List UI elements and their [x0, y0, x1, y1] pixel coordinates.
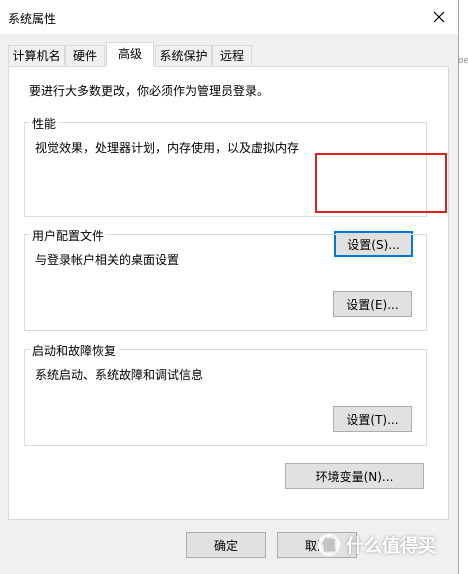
- performance-title: 性能: [30, 115, 59, 132]
- system-properties-dialog: 系统属性 计算机名 硬件 高级 系统保护 远程 要进行大多数更改，你必须作为管理…: [0, 0, 459, 574]
- watermark-logo-icon: 值: [318, 534, 340, 556]
- close-icon: [433, 11, 445, 23]
- tab-strip: 计算机名 硬件 高级 系统保护 远程: [8, 42, 448, 67]
- startup-recovery-description: 系统启动、系统故障和调试信息: [35, 368, 204, 382]
- startup-recovery-title: 启动和故障恢复: [30, 342, 119, 359]
- admin-notice: 要进行大多数更改，你必须作为管理员登录。: [29, 84, 270, 98]
- tab-system-protection[interactable]: 系统保护: [155, 45, 212, 65]
- ok-button[interactable]: 确定: [186, 532, 266, 558]
- title-bar: 系统属性: [0, 0, 458, 34]
- environment-variables-button[interactable]: 环境变量(N)...: [285, 463, 424, 489]
- performance-description: 视觉效果，处理器计划，内存使用，以及虚拟内存: [35, 141, 300, 155]
- highlight-box: [315, 153, 447, 213]
- startup-recovery-settings-button[interactable]: 设置(T)...: [333, 406, 412, 432]
- advanced-tab-panel: 要进行大多数更改，你必须作为管理员登录。 性能 视觉效果，处理器计划，内存使用，…: [8, 66, 449, 520]
- tab-remote[interactable]: 远程: [212, 45, 252, 65]
- background-window-edge-text: oer: [458, 56, 468, 66]
- watermark: 值 什么值得买: [318, 532, 436, 558]
- tab-hardware[interactable]: 硬件: [65, 45, 105, 65]
- watermark-text: 什么值得买: [346, 536, 436, 557]
- tab-advanced[interactable]: 高级: [106, 42, 154, 67]
- window-title: 系统属性: [8, 12, 57, 26]
- user-profiles-title: 用户配置文件: [30, 227, 107, 244]
- tab-computer-name[interactable]: 计算机名: [8, 45, 65, 65]
- user-profiles-settings-button[interactable]: 设置(E)...: [333, 291, 412, 317]
- close-button[interactable]: [424, 4, 454, 30]
- user-profiles-description: 与登录帐户相关的桌面设置: [35, 253, 180, 267]
